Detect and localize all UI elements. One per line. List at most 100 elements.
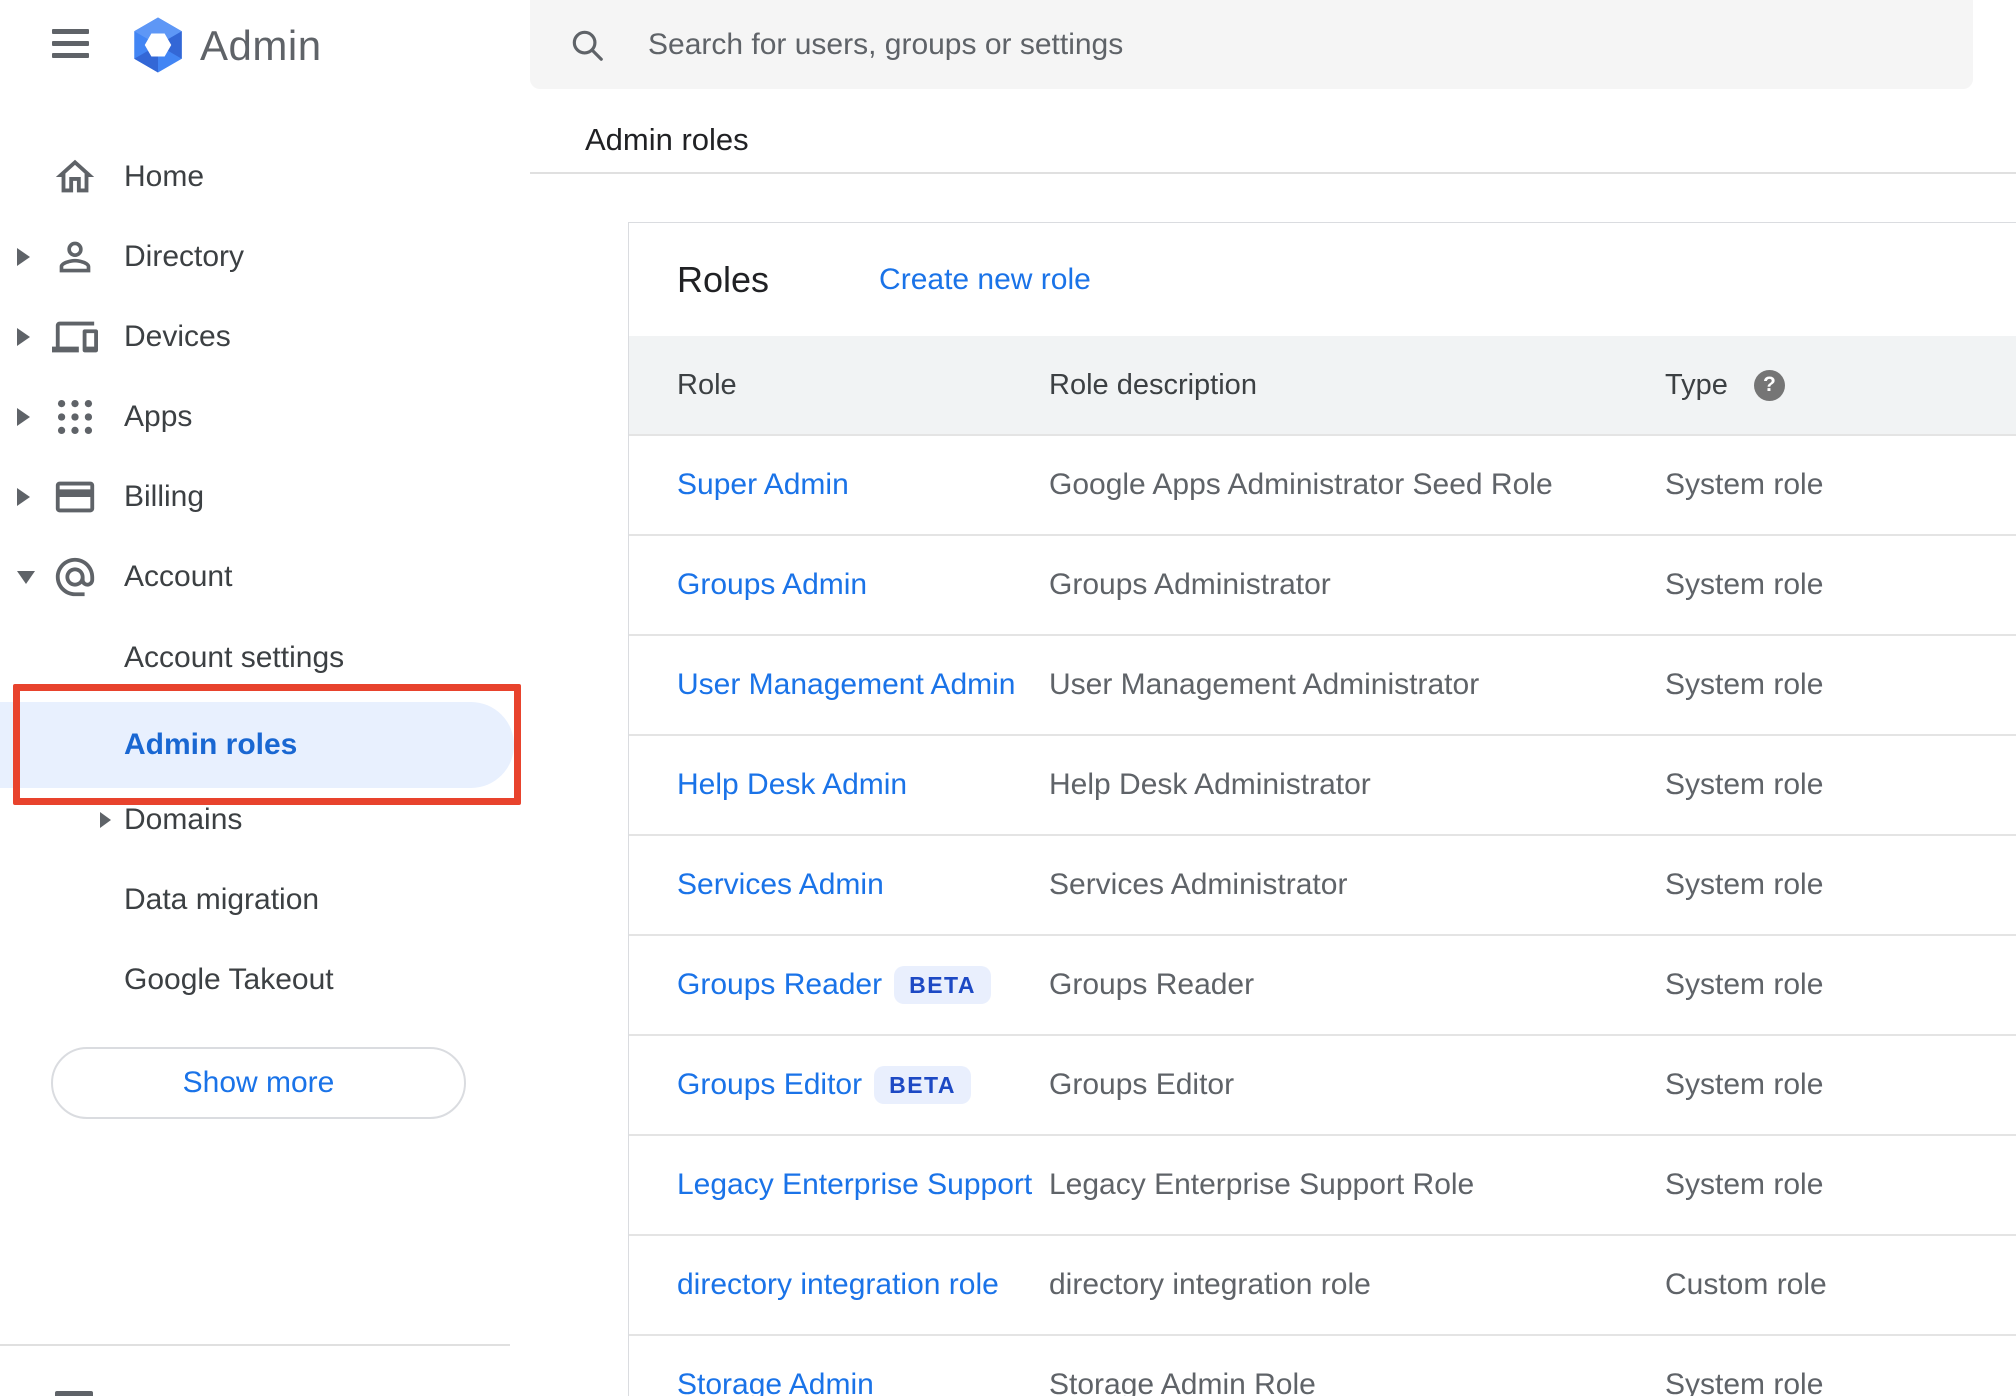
role-link[interactable]: User Management Admin bbox=[677, 668, 1016, 702]
column-header-role: Role bbox=[677, 368, 737, 401]
table-row: Help Desk Admin BETA Help Desk Administr… bbox=[629, 734, 2016, 834]
role-link[interactable]: directory integration role bbox=[677, 1268, 999, 1302]
table-row: Services Admin BETA Services Administrat… bbox=[629, 834, 2016, 934]
beta-badge: BETA bbox=[874, 1066, 971, 1104]
search-icon bbox=[568, 26, 606, 64]
roles-table-body: Super Admin BETA Google Apps Administrat… bbox=[629, 434, 2016, 1396]
partial-bottom-icon bbox=[55, 1391, 93, 1396]
search-bar[interactable] bbox=[530, 0, 1973, 89]
role-type: System role bbox=[1665, 1168, 1824, 1201]
menu-icon[interactable] bbox=[52, 29, 89, 60]
breadcrumb: Admin roles bbox=[585, 122, 749, 157]
role-description: Legacy Enterprise Support Role bbox=[1049, 1168, 1475, 1201]
create-new-role-link[interactable]: Create new role bbox=[879, 263, 1091, 297]
sidebar-item-devices[interactable]: Devices bbox=[0, 297, 530, 377]
role-type: Custom role bbox=[1665, 1268, 1827, 1301]
content-divider bbox=[530, 172, 2016, 174]
table-header-row: Role Role description Type ? bbox=[629, 336, 2016, 434]
role-link[interactable]: Groups Reader bbox=[677, 968, 882, 1002]
sidebar-item-label: Billing bbox=[124, 480, 205, 513]
role-type: System role bbox=[1665, 468, 1824, 501]
role-description: Groups Editor bbox=[1049, 1068, 1235, 1101]
sidebar-item-directory[interactable]: Directory bbox=[0, 217, 530, 297]
role-type: System role bbox=[1665, 568, 1824, 601]
sidebar-item-label: Domains bbox=[124, 803, 243, 836]
chevron-right-icon bbox=[17, 488, 30, 506]
apps-grid-icon bbox=[52, 394, 98, 440]
sidebar-item-google-takeout[interactable]: Google Takeout bbox=[0, 940, 530, 1020]
role-link[interactable]: Super Admin bbox=[677, 468, 849, 502]
table-row: Groups Reader BETA Groups Reader System … bbox=[629, 934, 2016, 1034]
role-description: directory integration role bbox=[1049, 1268, 1371, 1301]
roles-card: Roles Create new role Role Role descript… bbox=[628, 222, 2016, 1396]
role-description: Storage Admin Role bbox=[1049, 1368, 1316, 1396]
sidebar-item-label: Devices bbox=[124, 320, 231, 353]
table-row: Storage Admin BETA Storage Admin Role Sy… bbox=[629, 1334, 2016, 1396]
beta-badge: BETA bbox=[894, 966, 992, 1004]
role-type: System role bbox=[1665, 768, 1824, 801]
table-row: Groups Editor BETA Groups Editor System … bbox=[629, 1034, 2016, 1134]
app-title: Admin bbox=[200, 22, 322, 69]
sidebar-item-domains[interactable]: Domains bbox=[0, 780, 530, 860]
sidebar-item-data-migration[interactable]: Data migration bbox=[0, 860, 530, 940]
role-description: Google Apps Administrator Seed Role bbox=[1049, 468, 1553, 501]
chevron-right-icon bbox=[100, 812, 111, 828]
sidebar-item-billing[interactable]: Billing bbox=[0, 457, 530, 537]
sidebar-item-admin-roles[interactable]: Admin roles bbox=[0, 702, 514, 788]
chevron-right-icon bbox=[17, 248, 30, 266]
role-type: System role bbox=[1665, 868, 1824, 901]
main-content: Admin roles Roles Create new role Role R… bbox=[530, 0, 2016, 1396]
sidebar-item-label: Account settings bbox=[124, 641, 345, 674]
table-row: User Management Admin BETA User Manageme… bbox=[629, 634, 2016, 734]
sidebar-item-label: Apps bbox=[124, 400, 193, 433]
role-link[interactable]: Groups Editor bbox=[677, 1068, 862, 1102]
role-description: Groups Administrator bbox=[1049, 568, 1331, 601]
role-type: System role bbox=[1665, 1068, 1824, 1101]
sidebar-item-home[interactable]: Home bbox=[0, 137, 530, 217]
chevron-right-icon bbox=[17, 328, 30, 346]
search-input[interactable] bbox=[646, 26, 1973, 63]
role-link[interactable]: Groups Admin bbox=[677, 568, 867, 602]
sidebar-item-account[interactable]: Account bbox=[0, 537, 530, 617]
role-description: Services Administrator bbox=[1049, 868, 1348, 901]
show-more-button[interactable]: Show more bbox=[51, 1047, 466, 1119]
table-row: Groups Admin BETA Groups Administrator S… bbox=[629, 534, 2016, 634]
roles-title: Roles bbox=[677, 258, 770, 300]
column-header-description: Role description bbox=[1049, 368, 1257, 401]
sidebar-divider bbox=[0, 1344, 510, 1346]
sidebar-item-label: Admin roles bbox=[124, 728, 298, 761]
sidebar-item-label: Account bbox=[124, 560, 233, 593]
role-link[interactable]: Legacy Enterprise Support bbox=[677, 1168, 1032, 1202]
sidebar: Admin Home Directory Devices Apps Billin… bbox=[0, 0, 530, 1396]
chevron-down-icon bbox=[17, 570, 35, 584]
column-header-type: Type bbox=[1665, 368, 1728, 401]
sidebar-item-label: Home bbox=[124, 160, 205, 193]
table-row: directory integration role BETA director… bbox=[629, 1234, 2016, 1334]
roles-card-header: Roles Create new role bbox=[629, 223, 2016, 336]
admin-logo-icon bbox=[127, 15, 189, 75]
role-link[interactable]: Storage Admin bbox=[677, 1368, 874, 1396]
sidebar-item-apps[interactable]: Apps bbox=[0, 377, 530, 457]
sidebar-item-label: Directory bbox=[124, 240, 245, 273]
role-type: System role bbox=[1665, 668, 1824, 701]
google-admin-console: Admin Home Directory Devices Apps Billin… bbox=[0, 0, 2016, 1396]
table-row: Legacy Enterprise Support BETA Legacy En… bbox=[629, 1134, 2016, 1234]
role-description: User Management Administrator bbox=[1049, 668, 1480, 701]
sidebar-item-label: Data migration bbox=[124, 883, 320, 916]
role-link[interactable]: Help Desk Admin bbox=[677, 768, 907, 802]
credit-card-icon bbox=[52, 474, 98, 520]
sidebar-item-account-settings[interactable]: Account settings bbox=[0, 618, 530, 698]
person-icon bbox=[52, 234, 98, 280]
role-type: System role bbox=[1665, 1368, 1824, 1396]
help-icon[interactable]: ? bbox=[1753, 369, 1785, 401]
role-link[interactable]: Services Admin bbox=[677, 868, 884, 902]
role-description: Groups Reader bbox=[1049, 968, 1255, 1001]
home-icon bbox=[52, 154, 98, 200]
chevron-right-icon bbox=[17, 408, 30, 426]
sidebar-item-label: Google Takeout bbox=[124, 963, 334, 996]
role-description: Help Desk Administrator bbox=[1049, 768, 1371, 801]
table-row: Super Admin BETA Google Apps Administrat… bbox=[629, 434, 2016, 534]
at-sign-icon bbox=[52, 554, 98, 600]
role-type: System role bbox=[1665, 968, 1824, 1001]
devices-icon bbox=[52, 314, 98, 360]
